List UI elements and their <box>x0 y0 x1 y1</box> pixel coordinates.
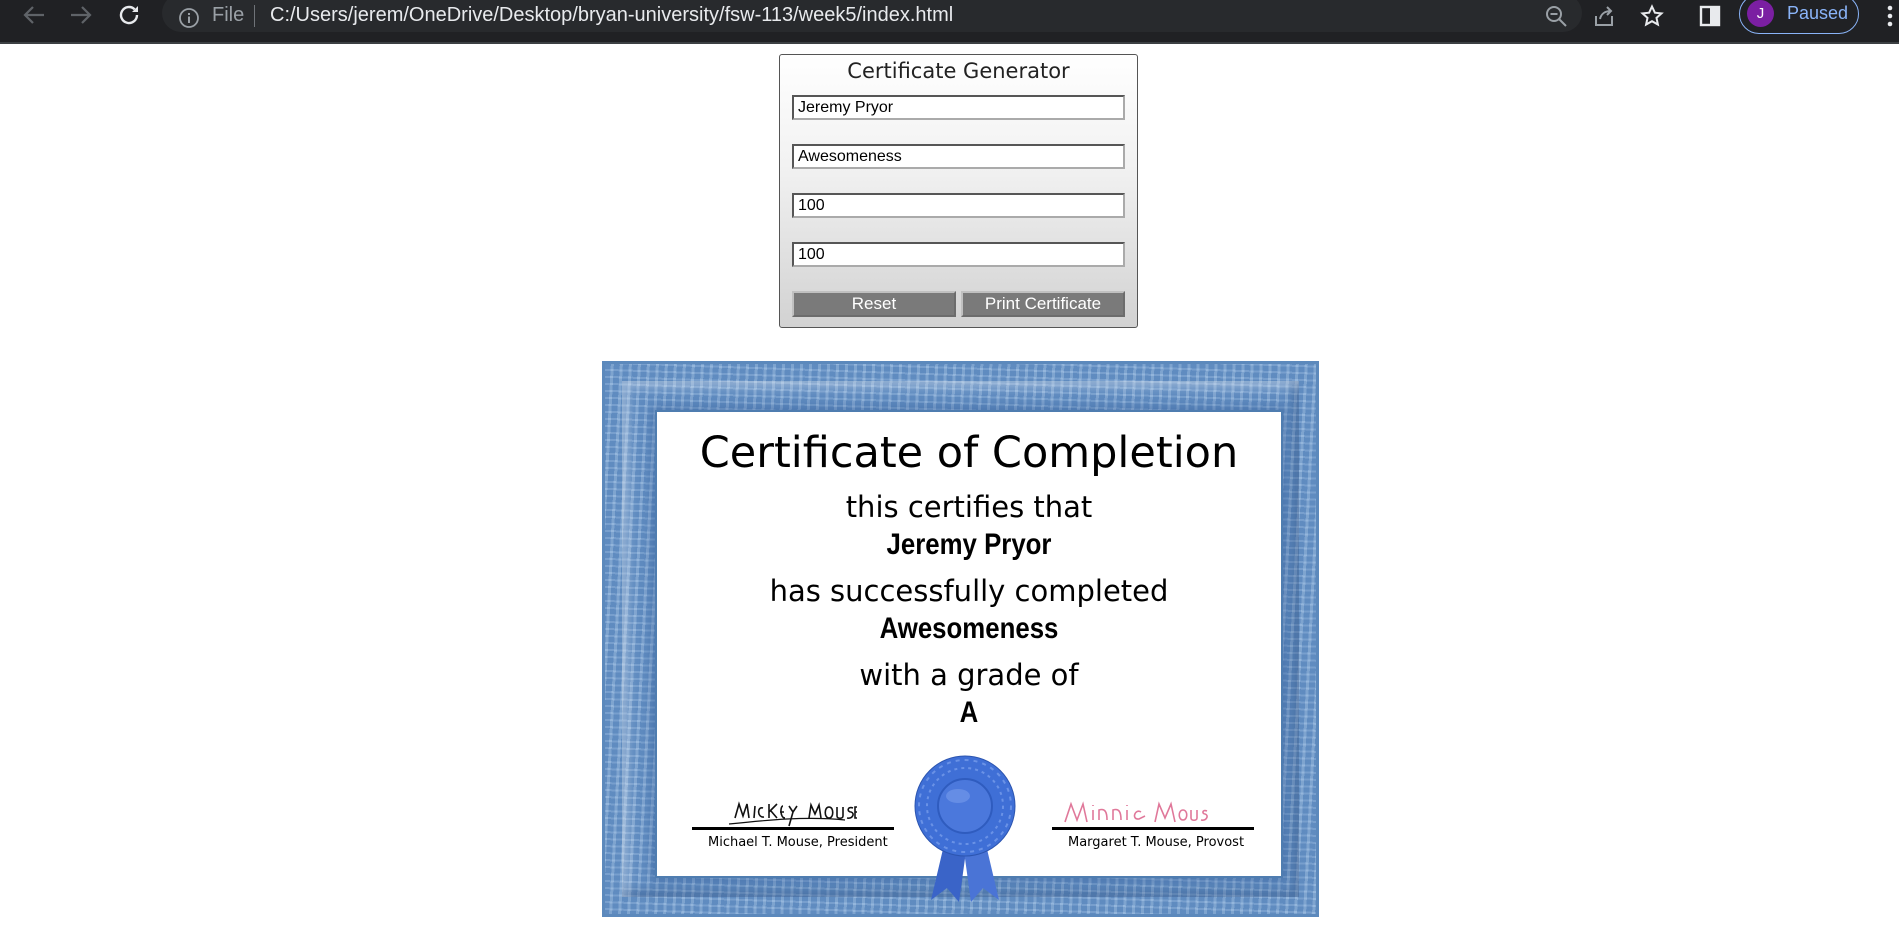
certificate-title: Certificate of Completion <box>699 428 1239 478</box>
forward-arrow-icon[interactable] <box>64 0 98 30</box>
url-text[interactable]: C:/Users/jerem/OneDrive/Desktop/bryan-un… <box>270 4 953 27</box>
toolbar-divider <box>0 42 1899 44</box>
recipient-name: Jeremy Pryor <box>886 528 1052 561</box>
browser-toolbar: File C:/Users/jerem/OneDrive/Desktop/bry… <box>0 0 1899 42</box>
zoom-out-icon[interactable] <box>1541 3 1571 29</box>
bookmark-star-icon[interactable] <box>1637 3 1667 29</box>
avatar: J <box>1747 0 1774 27</box>
left-signature-line <box>692 827 894 830</box>
address-divider <box>254 5 255 27</box>
side-panel-icon[interactable] <box>1695 3 1725 29</box>
score-input-1[interactable] <box>792 193 1125 218</box>
grade-value: A <box>959 696 979 729</box>
more-menu-icon[interactable] <box>1887 4 1893 33</box>
reload-icon[interactable] <box>112 0 146 30</box>
left-signature-caption: Michael T. Mouse, President <box>708 835 888 850</box>
info-icon[interactable] <box>178 7 200 34</box>
reset-button[interactable]: Reset <box>792 291 956 317</box>
profile-button[interactable]: J Paused <box>1739 0 1859 34</box>
generator-title: Certificate Generator <box>847 59 1070 83</box>
print-certificate-button[interactable]: Print Certificate <box>961 291 1125 317</box>
certificate-frame: Certificate of Completion this certifies… <box>602 361 1319 917</box>
certifies-text: this certifies that <box>845 490 1093 524</box>
file-scheme-label: File <box>212 4 245 26</box>
grade-text: with a grade of <box>859 658 1079 692</box>
profile-status: Paused <box>1787 3 1849 23</box>
completed-text: has successfully completed <box>769 574 1169 608</box>
right-signature-line <box>1052 827 1254 830</box>
certificate-generator-form: Certificate Generator Reset Print Certif… <box>779 54 1138 328</box>
share-icon[interactable] <box>1589 3 1619 29</box>
certificate-paper: Certificate of Completion this certifies… <box>657 412 1281 902</box>
course-name: Awesomeness <box>879 612 1059 645</box>
name-input[interactable] <box>792 95 1125 120</box>
back-arrow-icon[interactable] <box>17 0 51 30</box>
course-input[interactable] <box>792 144 1125 169</box>
address-bar[interactable]: File C:/Users/jerem/OneDrive/Desktop/bry… <box>162 0 1582 32</box>
score-input-2[interactable] <box>792 242 1125 267</box>
blue-ribbon-award-icon <box>914 755 1016 902</box>
right-signature-caption: Margaret T. Mouse, Provost <box>1068 835 1245 850</box>
